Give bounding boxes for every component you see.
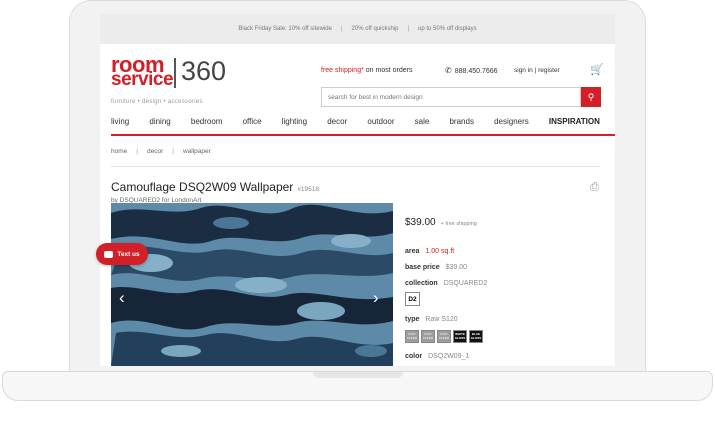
- breadcrumb-separator: |: [172, 148, 174, 155]
- nav-item-brands[interactable]: brands: [449, 117, 473, 126]
- chevron-right-icon[interactable]: ›: [373, 289, 379, 306]
- free-shipping-text: on most orders: [363, 67, 413, 74]
- collection-label: collection: [405, 280, 438, 287]
- signin-register-link[interactable]: sign in | register: [514, 67, 560, 74]
- product-sku: #19518: [297, 186, 320, 193]
- promo-separator: |: [340, 26, 343, 32]
- price-value: $39.00: [405, 217, 436, 228]
- color-value: DSQ2W09_1: [428, 353, 470, 360]
- area-value[interactable]: 1.00 sq.ft: [425, 248, 454, 255]
- type-swatch[interactable]: BLUE GLOSS: [469, 330, 483, 343]
- nav-item-designers[interactable]: designers: [494, 117, 529, 126]
- phone-icon: ✆: [445, 66, 452, 75]
- breadcrumb-divider: [111, 166, 600, 167]
- collection-value: DSQUARED2: [443, 280, 488, 287]
- product-title: Camouflage DSQ2W09 Wallpaper #19518: [111, 180, 319, 194]
- color-row: color DSQ2W09_1: [405, 353, 469, 360]
- phone-link[interactable]: ✆ 888.450.7666: [445, 66, 498, 75]
- nav-divider: [111, 134, 615, 136]
- collection-swatch[interactable]: D2: [405, 292, 420, 306]
- type-row: type Raw S120: [405, 316, 458, 323]
- type-swatch[interactable]: FAST PAPER: [437, 330, 451, 343]
- nav-item-lighting[interactable]: lighting: [282, 117, 307, 126]
- nav-item-living[interactable]: living: [111, 117, 129, 126]
- nav-item-sale[interactable]: sale: [415, 117, 430, 126]
- text-us-label: Text us: [117, 250, 140, 258]
- breadcrumb: home | decor | wallpaper: [111, 148, 211, 155]
- product-image[interactable]: [111, 203, 393, 366]
- area-label: area: [405, 248, 420, 255]
- chat-bubble-icon: [104, 250, 114, 258]
- type-swatch[interactable]: WHITE GLOSS: [453, 330, 467, 343]
- base-price-label: base price: [405, 264, 440, 271]
- nav-item-dining[interactable]: dining: [149, 117, 170, 126]
- search-input[interactable]: [321, 87, 581, 107]
- free-shipping-link[interactable]: free shipping*: [321, 67, 364, 74]
- breadcrumb-wallpaper[interactable]: wallpaper: [183, 148, 211, 155]
- logo-divider: [174, 58, 176, 88]
- promo-bar: Black Friday Sale: 10% off sitewide | 20…: [100, 14, 615, 44]
- laptop-base: [2, 371, 713, 401]
- shipping-note: + free shipping: [440, 221, 477, 227]
- product-name: Camouflage DSQ2W09 Wallpaper: [111, 180, 294, 194]
- color-label: color: [405, 353, 423, 360]
- promo-item[interactable]: 20% off quickship: [352, 26, 399, 32]
- logo-tagline: furniture • design • accessories: [111, 99, 203, 105]
- nav-item-bedroom[interactable]: bedroom: [191, 117, 223, 126]
- site-logo[interactable]: room service 360 furniture • design • ac…: [111, 54, 236, 106]
- nav-item-inspiration[interactable]: INSPIRATION: [549, 117, 600, 126]
- nav-item-decor[interactable]: decor: [327, 117, 347, 126]
- nav-item-office[interactable]: office: [243, 117, 262, 126]
- phone-number: 888.450.7666: [454, 68, 498, 75]
- breadcrumb-separator: |: [136, 148, 138, 155]
- base-price-value: $39.00: [445, 264, 468, 271]
- browser-screen: Black Friday Sale: 10% off sitewide | 20…: [100, 14, 615, 366]
- type-label: type: [405, 316, 420, 323]
- type-swatches: FAST PAPER FAST PAPER FAST PAPER WHITE G…: [405, 330, 483, 343]
- breadcrumb-decor[interactable]: decor: [147, 148, 163, 155]
- product-price: $39.00 + free shipping: [405, 217, 477, 228]
- logo-service: service: [111, 69, 174, 90]
- nav-item-outdoor[interactable]: outdoor: [367, 117, 394, 126]
- search-button[interactable]: ⚲: [581, 87, 601, 107]
- free-shipping-notice[interactable]: free shipping* on most orders: [321, 67, 412, 74]
- main-nav: living dining bedroom office lighting de…: [111, 117, 600, 126]
- type-swatch[interactable]: FAST PAPER: [421, 330, 435, 343]
- cart-icon[interactable]: 🛒: [590, 63, 604, 76]
- promo-item[interactable]: Black Friday Sale: 10% off sitewide: [238, 26, 332, 32]
- laptop-notch: [313, 372, 403, 378]
- logo-360: 360: [181, 56, 227, 86]
- search-icon: ⚲: [587, 91, 595, 102]
- promo-separator: |: [407, 26, 410, 32]
- area-row: area 1.00 sq.ft: [405, 248, 454, 255]
- camouflage-pattern: [111, 203, 393, 366]
- chevron-left-icon[interactable]: ‹: [119, 289, 125, 306]
- type-swatch[interactable]: FAST PAPER: [405, 330, 419, 343]
- type-value: Raw S120: [425, 316, 458, 323]
- print-icon[interactable]: ⎙: [590, 181, 599, 194]
- text-us-button[interactable]: Text us: [96, 243, 148, 265]
- collection-row: collection DSQUARED2: [405, 280, 487, 287]
- promo-item[interactable]: up to 50% off displays: [418, 26, 477, 32]
- breadcrumb-home[interactable]: home: [111, 148, 127, 155]
- base-price-row: base price $39.00: [405, 264, 467, 271]
